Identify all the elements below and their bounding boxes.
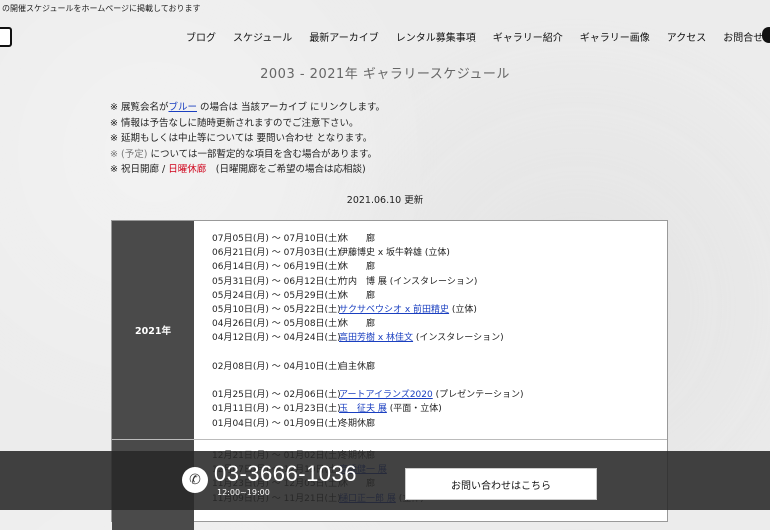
- schedule-date: 01月04日(月) ～ 01月09日(土): [212, 418, 341, 429]
- note-line: ※ 情報は予告なしに随時更新されますのでご注意下さい。: [110, 117, 359, 129]
- site-logo[interactable]: [0, 27, 12, 47]
- nav-archive[interactable]: 最新アーカイブ: [309, 29, 378, 44]
- schedule-event: 高田芳樹 x 林佳文 (インスタレーション): [339, 331, 504, 345]
- schedule-event: 休 廊: [339, 317, 375, 331]
- schedule-date: 06月14日(月) ～ 06月19日(土): [212, 262, 341, 273]
- schedule-row: 06月21日(月) ～ 07月03日(土) 伊藤博史 x 坂牛幹雄 (立体): [212, 246, 523, 260]
- event-detail: (プレゼンテーション): [432, 390, 524, 401]
- event-detail: 自主休廊: [339, 361, 376, 372]
- nav-rental[interactable]: レンタル募集事項: [396, 29, 476, 44]
- row-gap: [212, 346, 523, 360]
- nav-gallery-intro[interactable]: ギャラリー紹介: [493, 29, 563, 44]
- nav-schedule[interactable]: スケジュール: [233, 29, 292, 44]
- schedule-row: 05月31日(月) ～ 06月12日(土) 竹内 博 展 (インスタレーション): [212, 275, 523, 289]
- contact-button[interactable]: お問い合わせはこちら: [405, 468, 597, 500]
- event-detail: 竹内 博 展 (インスタレーション): [339, 276, 478, 287]
- nav-access[interactable]: アクセス: [667, 29, 707, 44]
- note-line: ※ (予定) については一部暫定的な項目を含む場合があります。: [110, 148, 378, 160]
- schedule-event: 玉 征夫 展 (平面・立体): [339, 402, 442, 416]
- schedule-event: 休 廊: [339, 260, 375, 274]
- phone-number[interactable]: 03-3666-1036: [214, 461, 357, 487]
- site-tagline: の開催スケジュールをホームページに掲載しております: [2, 4, 201, 13]
- schedule-event: アートアイランズ2020 (プレゼンテーション): [339, 388, 523, 402]
- note-blue-word: ブルー: [168, 102, 197, 113]
- nav-blog[interactable]: ブログ: [186, 29, 216, 44]
- note-tentative: (予定): [121, 148, 148, 160]
- schedule-date: 05月10日(月) ～ 05月22日(土): [212, 305, 341, 316]
- note-line: ※ 祝日開廊 / 日曜休廊 (日曜開廊をご希望の場合は応相談): [110, 164, 366, 175]
- schedule-date: 07月05日(月) ～ 07月10日(土): [212, 234, 341, 244]
- event-detail: (インスタレーション): [413, 333, 504, 344]
- row-divider: [112, 439, 667, 440]
- notes: ※ 展覧会名がブルー の場合は 当該アーカイブ にリンクします。 ※ 情報は予告…: [110, 100, 385, 178]
- schedule-row: 04月26日(月) ～ 05月08日(土) 休 廊: [212, 317, 523, 331]
- exhibition-link[interactable]: サクサベウシオ x 前田精史: [339, 305, 449, 315]
- schedule-event: 竹内 博 展 (インスタレーション): [339, 275, 477, 289]
- schedule-date: 01月25日(月) ～ 02月06日(土): [212, 390, 341, 401]
- note-sunday-closed: 日曜休廊: [168, 164, 207, 175]
- schedule-date: 05月31日(月) ～ 06月12日(土): [212, 276, 341, 287]
- schedule-row: 05月10日(月) ～ 05月22日(土) サクサベウシオ x 前田精史 (立体): [212, 303, 523, 317]
- event-detail: 休 廊: [339, 319, 376, 330]
- event-detail: 休 廊: [339, 262, 376, 273]
- event-detail: 冬期休廊: [339, 418, 376, 429]
- note-line: ※ 延期もしくは中止等については 要問い合わせ となります。: [110, 133, 373, 144]
- exhibition-link[interactable]: 高田芳樹 x 林佳文: [339, 333, 413, 343]
- event-detail: 休 廊: [339, 290, 376, 301]
- schedule-date: 04月12日(月) ～ 04月24日(土): [212, 333, 341, 344]
- nav-gallery-images[interactable]: ギャラリー画像: [580, 29, 650, 44]
- schedule-row: 01月04日(月) ～ 01月09日(土) 冬期休廊: [212, 417, 523, 431]
- schedule-row: 01月25日(月) ～ 02月06日(土) アートアイランズ2020 (プレゼンテ…: [212, 388, 523, 402]
- schedule-date: 05月24日(月) ～ 05月29日(土): [212, 290, 341, 301]
- schedule-event: 休 廊: [339, 289, 375, 303]
- schedule-date: 02月08日(月) ～ 04月10日(土): [212, 361, 341, 372]
- schedule-event: サクサベウシオ x 前田精史 (立体): [339, 303, 477, 317]
- main-nav: ブログ スケジュール 最新アーカイブ レンタル募集事項 ギャラリー紹介 ギャラリ…: [186, 29, 770, 44]
- schedule-date: 06月21日(月) ～ 07月03日(土): [212, 248, 341, 259]
- schedule-date: 01月11日(月) ～ 01月23日(土): [212, 404, 341, 415]
- schedule-date: 04月26日(月) ～ 05月08日(土): [212, 319, 341, 330]
- schedule-row: 06月14日(月) ～ 06月19日(土) 休 廊: [212, 260, 523, 274]
- schedule-row: 02月08日(月) ～ 04月10日(土) 自主休廊: [212, 360, 523, 374]
- year-cell-2021: 2021年: [112, 221, 194, 439]
- note-line: ※ 展覧会名がブルー の場合は 当該アーカイブ にリンクします。: [110, 102, 386, 113]
- schedule-row: 07月05日(月) ～ 07月10日(土) 休 廊: [212, 232, 523, 246]
- menu-icon[interactable]: [762, 27, 770, 43]
- schedule-row: 01月11日(月) ～ 01月23日(土) 玉 征夫 展 (平面・立体): [212, 402, 523, 416]
- exhibition-link[interactable]: アートアイランズ2020: [339, 390, 433, 400]
- updated-date: 2021.06.10 更新: [346, 195, 424, 206]
- row-gap: [212, 374, 523, 388]
- schedule-event: 伊藤博史 x 坂牛幹雄 (立体): [339, 246, 450, 260]
- event-detail: (立体): [449, 305, 477, 316]
- schedule-event: 自主休廊: [339, 360, 375, 374]
- phone-icon: ✆: [182, 467, 208, 493]
- exhibition-link[interactable]: 玉 征夫 展: [339, 404, 387, 414]
- opening-hours: 12:00~19:00: [217, 488, 270, 497]
- schedule-row: 05月24日(月) ～ 05月29日(土) 休 廊: [212, 289, 523, 303]
- entries-2021: 07月05日(月) ～ 07月10日(土) 休 廊 06月21日(月) ～ 07月0…: [212, 232, 523, 431]
- event-detail: (平面・立体): [386, 404, 442, 415]
- schedule-event: 休 廊: [339, 232, 375, 246]
- footer-bar: [0, 451, 770, 510]
- event-detail: 伊藤博史 x 坂牛幹雄 (立体): [339, 248, 450, 259]
- schedule-event: 冬期休廊: [339, 417, 375, 431]
- schedule-row: 04月12日(月) ～ 04月24日(土) 高田芳樹 x 林佳文 (インスタレーシ…: [212, 331, 523, 345]
- event-detail: 休 廊: [339, 234, 376, 244]
- page-title: 2003 - 2021年 ギャラリースケジュール: [260, 67, 510, 82]
